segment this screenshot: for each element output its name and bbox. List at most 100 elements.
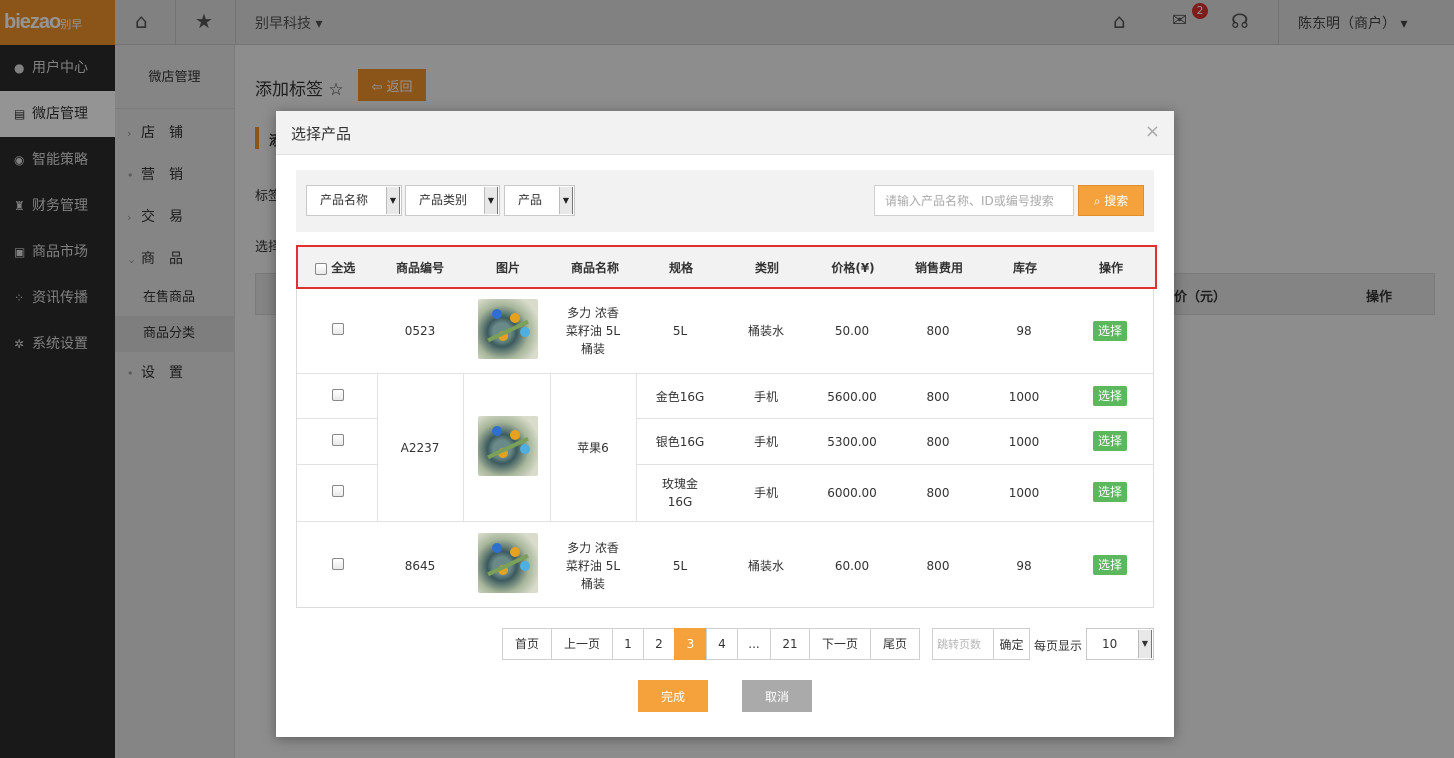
cell-spec: 金色16G [655,390,705,404]
cell-fee: 800 [926,435,950,449]
divider [463,374,464,521]
name-line: 多力 浓香 [567,306,619,320]
th-stock: 库存 [1012,261,1037,275]
dropdown-arrow-icon: ▼ [386,187,400,214]
table-row: 8645 多力 浓香 菜籽油 5L 桶装 5L 桶装水 60.00 800 98 选… [297,522,1153,608]
search-button-label: 搜索 [1104,194,1129,208]
cell-type: 手机 [753,390,778,404]
select-product-dialog: 选择产品 × 产品名称 ▼ 产品类别 ▼ 产品 ▼ ⌕ 搜索 全选 商品编号 图片 商… [276,111,1174,737]
name-line: 桶装 [580,577,605,591]
dialog-title: 选择产品 [291,125,352,143]
cell-price: 5300.00 [827,435,877,449]
divider [297,418,377,419]
page-21[interactable]: 21 [770,628,810,660]
done-button[interactable]: 完成 [638,680,708,712]
page-ellipsis: ... [737,628,771,660]
cell-stock: 98 [1016,324,1032,338]
cell-code: 8645 [404,559,436,573]
th-code: 商品编号 [395,261,444,275]
select-all-checkbox[interactable] [315,262,327,275]
close-icon[interactable]: × [1145,121,1160,142]
per-page-select[interactable]: 10 ▼ [1086,628,1154,660]
cell-fee: 800 [926,559,950,573]
th-type: 类别 [754,261,779,275]
product-category-select[interactable]: 产品类别 ▼ [405,185,500,216]
divider [297,464,377,465]
page-1[interactable]: 1 [612,628,644,660]
cell-type: 桶装水 [747,324,784,338]
th-spec: 规格 [668,261,693,275]
cell-type: 手机 [753,486,778,500]
cell-price: 50.00 [834,324,870,338]
select-all[interactable]: 全选 [315,259,365,276]
product-image [478,299,538,359]
cell-fee: 800 [926,486,950,500]
page-next[interactable]: 下一页 [809,628,871,660]
jump-confirm-button[interactable]: 确定 [993,628,1030,660]
cell-code: 0523 [404,324,436,338]
per-page-value: 10 [1102,637,1118,651]
row-checkbox[interactable] [332,389,344,401]
cell-name: 苹果6 [577,441,609,455]
select-product-button[interactable]: 选择 [1093,555,1127,575]
cell-stock: 1000 [1008,435,1040,449]
spec-line: 16G [667,495,693,509]
row-checkbox[interactable] [332,323,344,335]
row-checkbox[interactable] [332,434,344,446]
page-3-current[interactable]: 3 [674,628,707,660]
cell-spec: 玫瑰金 16G [637,475,723,511]
product-name-select[interactable]: 产品名称 ▼ [306,185,402,216]
th-name: 商品名称 [570,261,619,275]
product-image [478,416,538,476]
page-prev[interactable]: 上一页 [551,628,613,660]
page-4[interactable]: 4 [706,628,738,660]
select-value: 产品类别 [419,193,468,207]
cell-price: 5600.00 [827,390,877,404]
th-price: 价格(¥) [831,261,875,275]
name-line: 桶装 [580,342,605,356]
table-header: 全选 商品编号 图片 商品名称 规格 类别 价格(¥) 销售费用 库存 操作 [296,245,1157,289]
th-op: 操作 [1098,261,1123,275]
name-line: 多力 浓香 [567,541,619,555]
dropdown-arrow-icon: ▼ [1138,630,1152,658]
dropdown-arrow-icon: ▼ [484,187,498,214]
cell-fee: 800 [926,390,950,404]
jump-page-input[interactable] [932,628,994,660]
cell-name: 多力 浓香菜籽油 5L 桶装 [549,304,637,358]
per-page-label: 每页显示 [1034,639,1083,653]
select-product-button[interactable]: 选择 [1093,321,1127,341]
select-product-button[interactable]: 选择 [1093,482,1127,502]
product-table-body: 0523 多力 浓香 菜籽油 5L 桶装 5L 桶装水 50.00 800 98 选… [296,289,1154,608]
cell-spec: 5L [672,324,688,338]
row-checkbox[interactable] [332,558,344,570]
cell-stock: 98 [1016,559,1032,573]
row-checkbox[interactable] [332,485,344,497]
page-first[interactable]: 首页 [502,628,552,660]
filter-bar: 产品名称 ▼ 产品类别 ▼ 产品 ▼ ⌕ 搜索 [296,170,1154,232]
product-image [478,533,538,593]
dropdown-arrow-icon: ▼ [559,187,573,214]
search-input[interactable] [874,185,1074,216]
cell-fee: 800 [926,324,950,338]
page-last[interactable]: 尾页 [870,628,920,660]
page-2[interactable]: 2 [643,628,675,660]
name-line: 菜籽油 5L [565,559,621,573]
pagination: 首页 上一页 1 2 3 4 ... 21 下一页 尾页 [502,628,920,660]
table-row-group: A2237 苹果6 金色16G 手机 5600.00 800 1000 选择 银… [297,374,1153,522]
table-row: 0523 多力 浓香菜籽油 5L 桶装 5L 桶装水 50.00 800 98 选… [297,289,1153,374]
name-line: 菜籽油 5L [565,324,621,338]
th-image: 图片 [495,261,520,275]
select-all-label: 全选 [331,261,356,275]
cell-spec: 银色16G [655,435,705,449]
cell-price: 6000.00 [827,486,877,500]
search-button[interactable]: ⌕ 搜索 [1078,185,1144,216]
select-value: 产品 [518,193,543,207]
select-product-button[interactable]: 选择 [1093,386,1127,406]
dialog-header: 选择产品 × [276,111,1174,155]
select-product-button[interactable]: 选择 [1093,431,1127,451]
cancel-button[interactable]: 取消 [742,680,812,712]
cell-code: A2237 [400,441,440,455]
cell-stock: 1000 [1008,390,1040,404]
product-select[interactable]: 产品 ▼ [504,185,575,216]
search-icon: ⌕ [1093,194,1101,208]
